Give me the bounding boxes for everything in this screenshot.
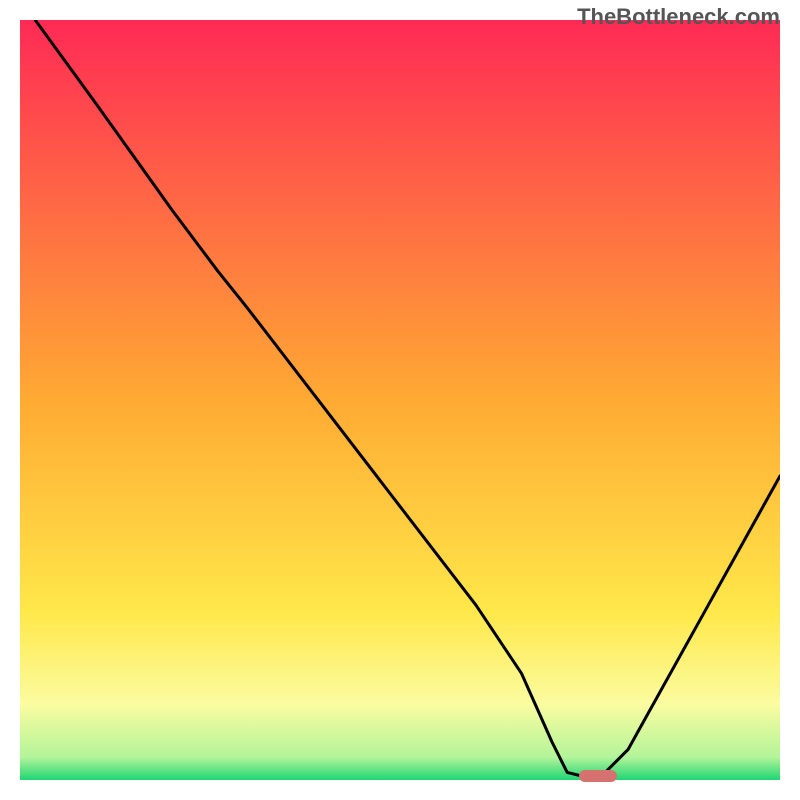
watermark-text: TheBottleneck.com xyxy=(577,4,780,30)
plot-area xyxy=(20,20,780,780)
optimal-marker xyxy=(579,770,617,782)
curve-layer xyxy=(20,20,780,780)
bottleneck-curve xyxy=(35,20,780,780)
